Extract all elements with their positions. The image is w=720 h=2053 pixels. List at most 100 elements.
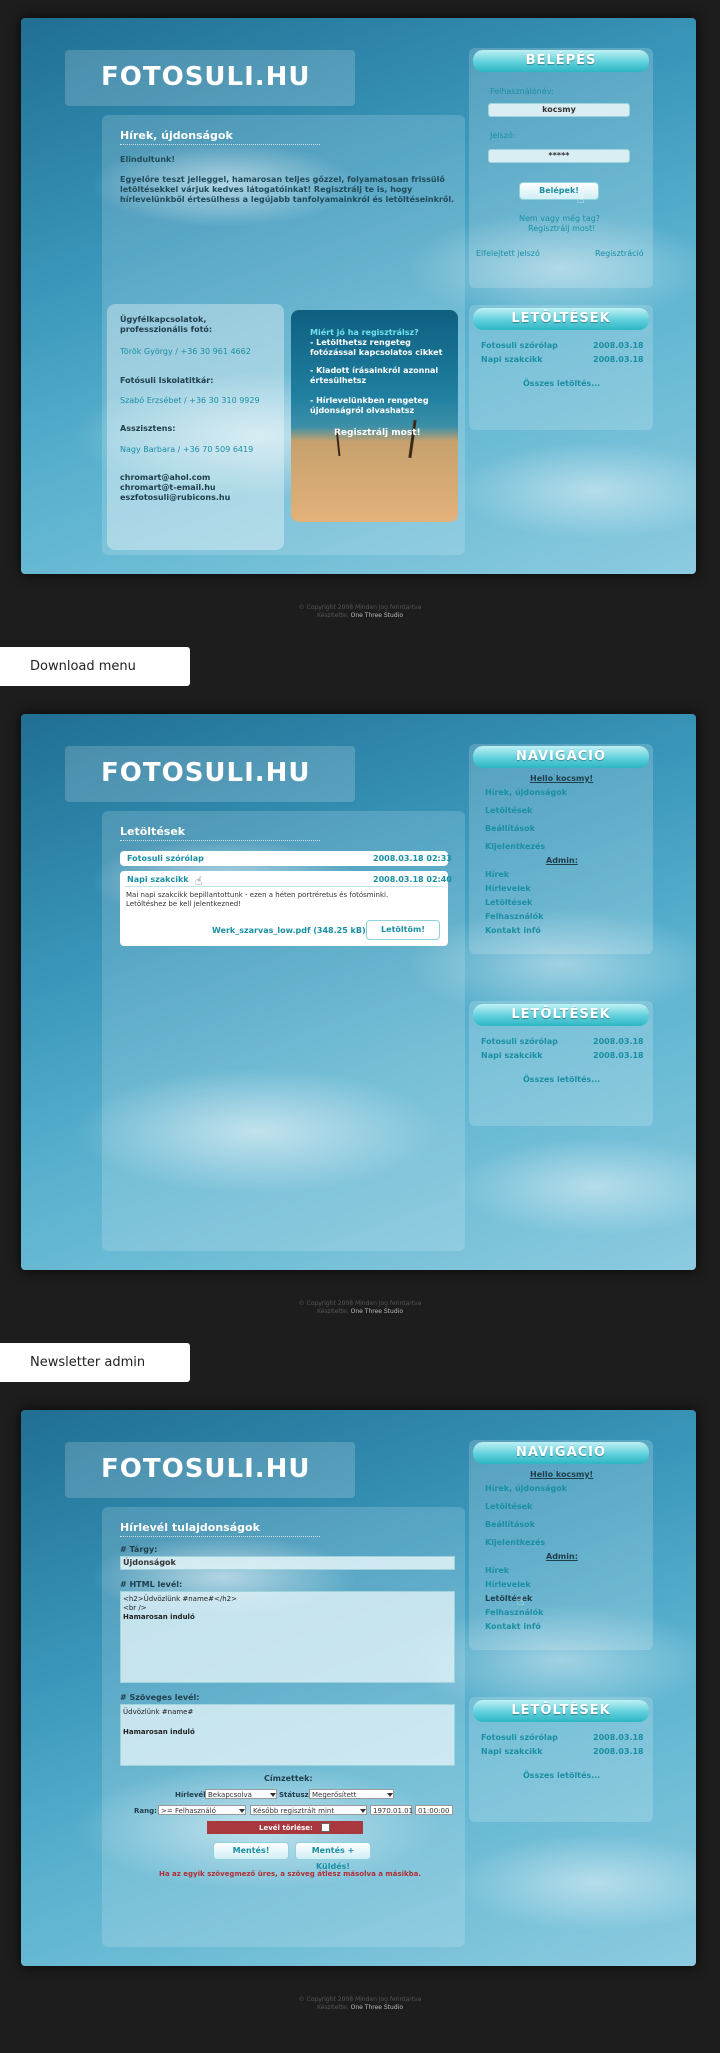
html-textarea[interactable] [120,1591,455,1683]
download-item-1-date: 2008.03.18 [593,1733,644,1742]
download-item-2-name[interactable]: Napi szakcikk [481,1051,543,1061]
promo-item-2: - Kiadott írásainkról azonnal értesülhet… [310,366,439,385]
download-item-1-date: 2008.03.18 [593,1037,644,1046]
register-link[interactable]: Regisztráció [595,249,644,259]
download-item-1-name[interactable]: Fotosuli szórólap [481,1037,558,1047]
admin-item-users[interactable]: Felhasználók [485,912,543,922]
credit-line: Készítette: One Three Studio [0,2004,720,2012]
nav-item-news[interactable]: Hírek, újdonságok [485,1484,567,1494]
nav-item-settings[interactable]: Beállítások [485,824,535,834]
download-button[interactable]: Letöltöm! [366,920,440,940]
username-input[interactable]: kocsmy [488,103,630,117]
rank-label: Rang: [134,1807,157,1815]
beach-pole-2 [408,419,417,459]
nav-item-logout[interactable]: Kijelentkezés [485,842,545,852]
credit-prefix: Készítette: [317,612,349,619]
download-row-2-name[interactable]: Napi szakcikk [127,875,189,885]
promo-item-3: - Hírlevelünkben rengeteg újdonságról ol… [310,396,429,415]
screen-home: FOTOSULI.HU Hírek, újdonságok Elindultun… [21,18,696,574]
newsletter-title: Hírlevél tulajdonságok [120,1521,260,1534]
credit-studio[interactable]: One Three Studio [351,2004,403,2011]
screen-newsletter-admin: FOTOSULI.HU Hírlevél tulajdonságok # Tár… [21,1410,696,1966]
footer-2: © Copyright 2008 Minden jog fenntartva K… [0,1300,720,1316]
credit-prefix: Készítette: [317,2004,349,2011]
admin-item-downloads[interactable]: Letöltések [485,1594,532,1604]
download-item-2-name[interactable]: Napi szakcikk [481,355,543,365]
chevron-down-icon [270,1793,276,1797]
forgot-password-link[interactable]: Elfelejtett jelszó [476,249,540,259]
text-line-2: Hamarosan induló [123,1728,195,1736]
downloads-title: Letöltések [120,825,186,838]
nav-item-downloads[interactable]: Letöltések [485,1502,532,1512]
nav-header: NAVIGÁCIÓ [473,1442,649,1464]
download-file-link[interactable]: Werk_szarvas_low.pdf (348.25 kB) [212,926,366,936]
download-item-2-name[interactable]: Napi szakcikk [481,1747,543,1757]
site-logo[interactable]: FOTOSULI.HU [101,62,311,92]
register-now-link[interactable]: Regisztrálj most! [528,224,595,234]
nav-item-downloads[interactable]: Letöltések [485,806,532,816]
divider [120,840,320,841]
status-select[interactable]: Megerősített [309,1789,394,1799]
copyright-text: © Copyright 2008 Minden jog fenntartva [298,604,422,611]
nav-item-logout[interactable]: Kijelentkezés [485,1538,545,1548]
admin-item-downloads[interactable]: Letöltések [485,898,532,908]
chevron-down-icon [387,1793,393,1797]
credit-studio[interactable]: One Three Studio [351,612,403,619]
site-logo[interactable]: FOTOSULI.HU [101,758,311,788]
footer-3: © Copyright 2008 Minden jog fenntartva K… [0,1996,720,2012]
nav-item-settings[interactable]: Beállítások [485,1520,535,1530]
downloads-header: LETÖLTÉSEK [473,308,649,330]
login-header: BELÉPÉS [473,50,649,72]
later-select[interactable]: Később regisztrált mint [250,1805,367,1815]
credit-studio[interactable]: One Three Studio [351,1308,403,1315]
footer-1: © Copyright 2008 Minden jog fenntartva K… [0,604,720,620]
promo-cta[interactable]: Regisztrálj most! [334,428,421,438]
not-member-text: Nem vagy még tag? [519,214,600,223]
subject-value: Újdonságok [123,1558,176,1567]
rank-select[interactable]: >= Felhasználó [158,1805,246,1815]
time-input[interactable]: 01:00:00 [415,1805,453,1815]
admin-item-news[interactable]: Hírek [485,1566,509,1576]
recipients-label: Címzettek: [264,1774,313,1783]
caption-newsletter-admin: Newsletter admin [0,1343,190,1382]
admin-item-newsletters[interactable]: Hírlevelek [485,884,531,894]
text-line-1: Üdvözlünk #name# [123,1708,194,1716]
credit-prefix: Készítette: [317,1308,349,1315]
all-downloads-link[interactable]: Összes letöltés... [523,1075,600,1085]
html-line-3: Hamarosan induló [123,1613,195,1621]
admin-item-contact[interactable]: Kontakt infó [485,1622,541,1632]
contact-assistant-label: Asszisztens: [120,424,176,433]
credit-line: Készítette: One Three Studio [0,1308,720,1316]
all-downloads-link[interactable]: Összes letöltés... [523,379,600,389]
copyright-text: © Copyright 2008 Minden jog fenntartva [298,1300,422,1307]
contact-email-1[interactable]: chromart@ahol.com [120,473,210,483]
download-item-2-date: 2008.03.18 [593,355,644,364]
admin-item-contact[interactable]: Kontakt infó [485,926,541,936]
admin-item-users[interactable]: Felhasználók [485,1608,543,1618]
admin-label: Admin: [546,856,578,865]
delete-checkbox[interactable] [321,1823,330,1832]
admin-item-newsletters[interactable]: Hírlevelek [485,1580,531,1590]
password-input[interactable]: ***** [488,149,630,163]
news-greeting: Elindultunk! [120,155,175,164]
contact-email-3[interactable]: eszfotosuli@rubicons.hu [120,493,230,503]
login-button[interactable]: Belépek! [519,182,599,200]
chevron-down-icon [239,1809,245,1813]
contact-email-2[interactable]: chromart@t-email.hu [120,483,216,493]
download-item-1-name[interactable]: Fotosuli szórólap [481,341,558,351]
download-item-1-name[interactable]: Fotosuli szórólap [481,1733,558,1743]
date-input[interactable]: 1970.01.01 [370,1805,413,1815]
promo-item-1: - Letölthetsz rengeteg fotózással kapcso… [310,338,443,357]
admin-item-news[interactable]: Hírek [485,870,509,880]
screen-download-menu: FOTOSULI.HU Letöltések Fotosuli szórólap… [21,714,696,1270]
site-logo[interactable]: FOTOSULI.HU [101,1454,311,1484]
credit-line: Készítette: One Three Studio [0,612,720,620]
downloads-header: LETÖLTÉSEK [473,1004,649,1026]
download-item-1-date: 2008.03.18 [593,341,644,350]
save-send-button[interactable]: Mentés + Küldés! [295,1842,371,1871]
save-button[interactable]: Mentés! [213,1842,289,1860]
nav-item-news[interactable]: Hírek, újdonságok [485,788,567,798]
newsletter-select[interactable]: Bekapcsolva [205,1789,277,1799]
all-downloads-link[interactable]: Összes letöltés... [523,1771,600,1781]
download-row-1-name[interactable]: Fotosuli szórólap [127,854,204,864]
